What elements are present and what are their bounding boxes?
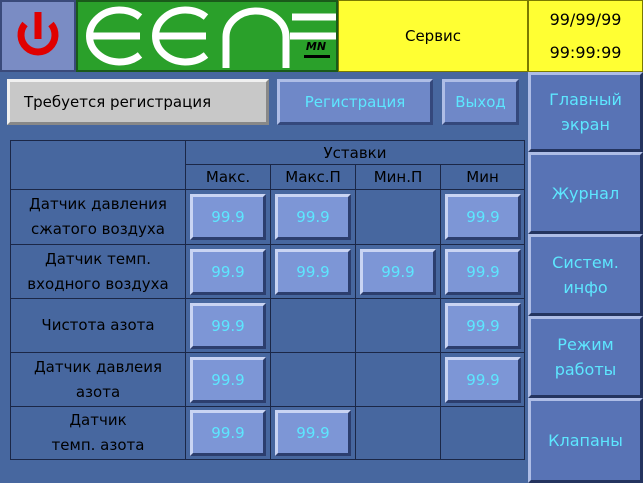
- gef-logo-icon: [86, 6, 336, 68]
- table-group-header: Уставки: [185, 140, 525, 165]
- power-icon: [17, 12, 59, 56]
- setpoint-min-input[interactable]: 99.9: [445, 357, 521, 403]
- row-label: Датчик темп. входного воздуха: [10, 244, 186, 299]
- page-title: Сервис: [338, 0, 528, 72]
- setpoint-min-input[interactable]: 99.9: [445, 249, 521, 295]
- setpoint-max-p-input[interactable]: 99.9: [275, 194, 351, 240]
- power-button[interactable]: [0, 0, 76, 72]
- register-button[interactable]: Регистрация: [277, 79, 433, 125]
- table-cell: [355, 189, 441, 245]
- date-text: 99/99/99: [549, 10, 622, 29]
- row-label: Датчик давлеия азота: [10, 352, 186, 407]
- setpoint-max-input[interactable]: 99.9: [190, 303, 266, 349]
- column-header-max: Макс.: [185, 164, 271, 190]
- table-cell: [440, 406, 525, 460]
- setpoint-max-input[interactable]: 99.9: [190, 357, 266, 403]
- table-cell: [270, 352, 356, 407]
- time-text: 99:99:99: [549, 43, 622, 62]
- table-cell: [355, 406, 441, 460]
- table-corner: [10, 140, 186, 190]
- setpoint-min-input[interactable]: 99.9: [445, 303, 521, 349]
- setpoint-max-p-input[interactable]: 99.9: [275, 410, 351, 456]
- nav-system-info-button[interactable]: Систем. инфо: [528, 234, 643, 316]
- table-cell: [270, 298, 356, 353]
- setpoint-max-input[interactable]: 99.9: [190, 194, 266, 240]
- row-label: Датчик темп. азота: [10, 406, 186, 460]
- nav-work-mode-button[interactable]: Режим работы: [528, 316, 643, 398]
- logo-subtitle: MN: [305, 40, 327, 53]
- column-header-max-p: Макс.П: [270, 164, 356, 190]
- setpoint-max-p-input[interactable]: 99.9: [275, 249, 351, 295]
- row-label: Датчик давления сжатого воздуха: [10, 189, 186, 245]
- column-header-min: Мин: [440, 164, 525, 190]
- exit-button[interactable]: Выход: [442, 79, 519, 125]
- company-logo: MN: [76, 0, 338, 72]
- setpoint-max-input[interactable]: 99.9: [190, 249, 266, 295]
- setpoint-min-p-input[interactable]: 99.9: [360, 249, 436, 295]
- nav-main-screen-button[interactable]: Главный экран: [528, 72, 643, 152]
- logo-underline: [304, 55, 330, 58]
- table-cell: [355, 352, 441, 407]
- datetime-display: 99/99/99 99:99:99: [528, 0, 643, 72]
- setpoint-min-input[interactable]: 99.9: [445, 194, 521, 240]
- table-cell: [355, 298, 441, 353]
- registration-status: Требуется регистрация: [7, 79, 269, 125]
- row-label: Чистота азота: [10, 298, 186, 353]
- column-header-min-p: Мин.П: [355, 164, 441, 190]
- nav-valves-button[interactable]: Клапаны: [528, 398, 643, 483]
- setpoint-max-input[interactable]: 99.9: [190, 410, 266, 456]
- nav-journal-button[interactable]: Журнал: [528, 152, 643, 234]
